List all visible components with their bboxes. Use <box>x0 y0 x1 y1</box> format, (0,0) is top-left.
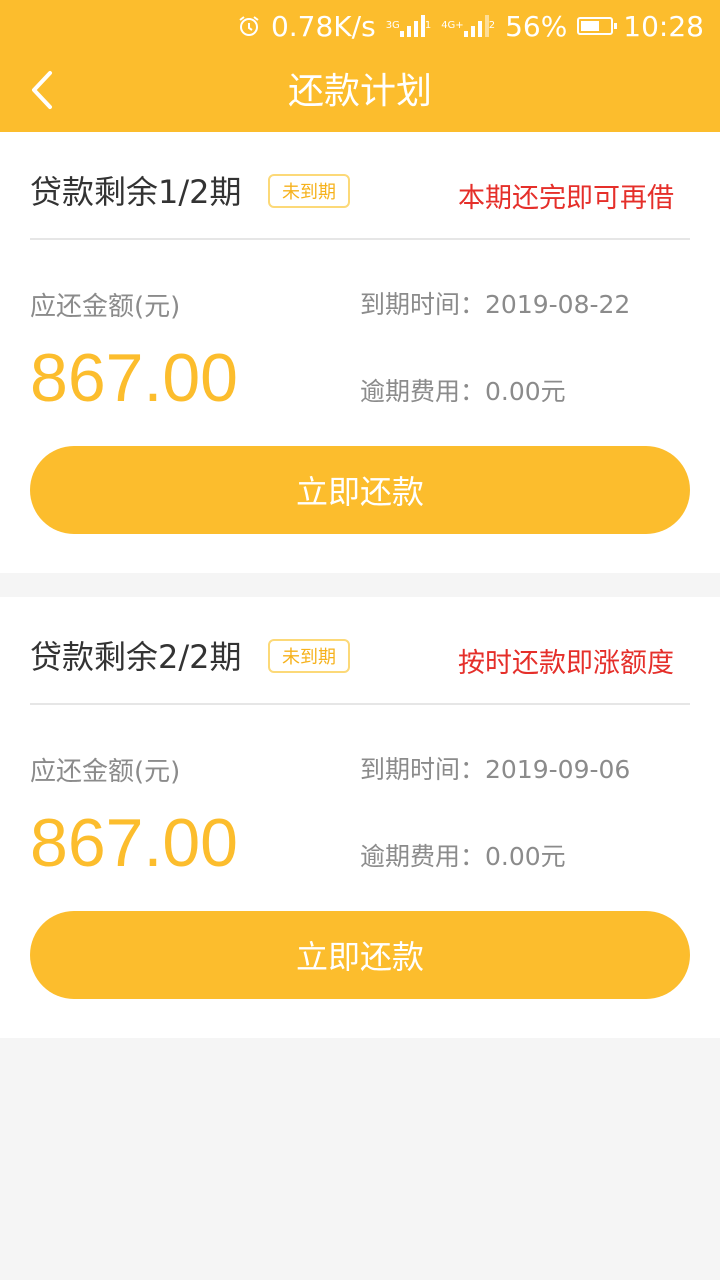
repayment-card: 贷款剩余1/2期 未到期 本期还完即可再借 应还金额(元) 867.00 到期时… <box>0 132 720 573</box>
signal-sim1-icon: 3G 1 <box>385 15 432 37</box>
battery-percent: 56% <box>505 9 568 43</box>
pay-now-button[interactable]: 立即还款 <box>30 446 690 534</box>
battery-icon <box>577 17 618 35</box>
sim1-type: 3G <box>385 20 400 31</box>
signal-sim2-icon: 4G+ 2 <box>441 15 495 37</box>
network-speed: 0.78K/s <box>270 9 376 43</box>
status-badge: 未到期 <box>268 174 350 208</box>
repayment-card: 贷款剩余2/2期 未到期 按时还款即涨额度 应还金额(元) 867.00 到期时… <box>0 597 720 1038</box>
late-fee-value: 0.00元 <box>485 377 566 406</box>
sim2-type: 4G+ <box>441 20 464 31</box>
late-fee-label: 逾期费用： <box>360 377 486 406</box>
top-app-bar: 0.78K/s 3G 1 4G+ 2 56% 10:28 还款计划 <box>0 0 720 132</box>
amount-value: 867.00 <box>30 805 238 881</box>
due-date-value: 2019-09-06 <box>485 755 631 784</box>
clock: 10:28 <box>623 9 704 43</box>
installment-title: 贷款剩余2/2期 <box>30 638 242 676</box>
due-date-row: 到期时间：2019-08-22 <box>360 285 630 321</box>
due-date-row: 到期时间：2019-09-06 <box>360 750 630 786</box>
card-header: 贷款剩余2/2期 未到期 按时还款即涨额度 <box>30 597 690 705</box>
status-bar: 0.78K/s 3G 1 4G+ 2 56% 10:28 <box>237 8 704 44</box>
due-date-value: 2019-08-22 <box>485 290 631 319</box>
sim2-index: 2 <box>488 20 496 31</box>
sim1-index: 1 <box>424 20 432 31</box>
late-fee-label: 逾期费用： <box>360 842 486 871</box>
late-fee-row: 逾期费用：0.00元 <box>360 372 566 408</box>
due-date-label: 到期时间： <box>360 755 486 784</box>
promo-note: 按时还款即涨额度 <box>458 648 674 679</box>
status-badge: 未到期 <box>268 639 350 673</box>
page-title: 还款计划 <box>287 71 432 112</box>
amount-value: 867.00 <box>30 340 238 416</box>
promo-note: 本期还完即可再借 <box>458 183 674 214</box>
pay-now-button[interactable]: 立即还款 <box>30 911 690 999</box>
due-date-label: 到期时间： <box>360 290 486 319</box>
card-header: 贷款剩余1/2期 未到期 本期还完即可再借 <box>30 132 690 240</box>
late-fee-row: 逾期费用：0.00元 <box>360 837 566 873</box>
amount-label: 应还金额(元) <box>30 757 181 787</box>
amount-label: 应还金额(元) <box>30 292 181 322</box>
alarm-icon <box>237 14 261 38</box>
late-fee-value: 0.00元 <box>485 842 566 871</box>
installment-title: 贷款剩余1/2期 <box>30 173 242 211</box>
